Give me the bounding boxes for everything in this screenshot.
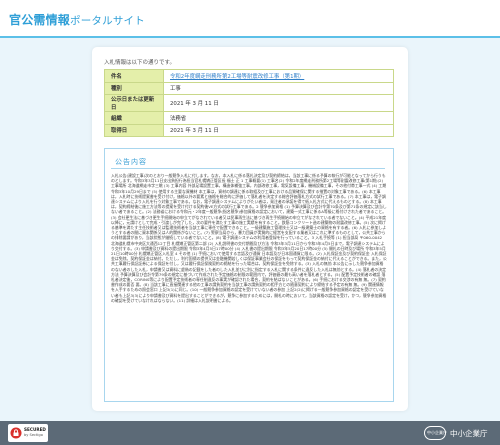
row-label-org: 組織 bbox=[104, 111, 164, 125]
table-row: 取得日 2021 年 3 月 11 日 bbox=[104, 123, 394, 137]
secured-title: SECURED bbox=[24, 427, 46, 432]
bid-info-table: 件名 令和2年度網走刑務所第2工場等耐震改修工事（第1期） 種別 工事 公示日ま… bbox=[104, 69, 394, 137]
table-row: 組織 法務省 bbox=[104, 111, 394, 125]
row-label-acquired: 取得日 bbox=[104, 123, 164, 137]
row-value-org: 法務省 bbox=[163, 111, 394, 125]
row-value-type: 工事 bbox=[163, 81, 394, 95]
title-divider bbox=[111, 168, 385, 169]
agency-mark-text: 中小企業庁 bbox=[427, 430, 447, 435]
announcement-body: 入札公告(建設工事)次のとおり一般競争入札に付します。なお，本入札に係る落札決定… bbox=[111, 173, 387, 303]
site-logo[interactable]: 官公需情報ポータルサイト bbox=[9, 11, 145, 28]
row-label-type: 種別 bbox=[104, 81, 164, 95]
row-label-date: 公示日または更新日 bbox=[104, 94, 164, 112]
announcement-box: 公告内容 入札公告(建設工事)次のとおり一般競争入札に付します。なお，本入札に係… bbox=[104, 148, 394, 402]
table-row: 種別 工事 bbox=[104, 81, 394, 95]
row-value-date: 2021 年 3 月 11 日 bbox=[163, 94, 394, 112]
row-value-acquired: 2021 年 3 月 11 日 bbox=[163, 123, 394, 137]
site-header: 官公需情報ポータルサイト bbox=[0, 0, 500, 38]
agency-name: 中小企業庁 bbox=[450, 429, 488, 438]
agency-logo[interactable]: 中小企業庁 中小企業庁 bbox=[424, 426, 494, 441]
notice-text: 入札情報は以下の通りです。 bbox=[104, 60, 175, 66]
bid-title-link[interactable]: 令和2年度網走刑務所第2工場等耐震改修工事（第1期） bbox=[163, 69, 394, 83]
table-row: 公示日または更新日 2021 年 3 月 11 日 bbox=[104, 94, 394, 112]
ssl-seal[interactable]: SECURED by Sectigo bbox=[8, 424, 48, 442]
table-row: 件名 令和2年度網走刑務所第2工場等耐震改修工事（第1期） bbox=[104, 69, 394, 83]
agency-mark-icon: 中小企業庁 bbox=[424, 426, 447, 440]
announcement-title: 公告内容 bbox=[115, 158, 147, 166]
lock-icon bbox=[10, 427, 22, 439]
row-label-title: 件名 bbox=[104, 69, 164, 83]
secured-sub: by Sectigo bbox=[24, 433, 43, 437]
bid-detail-card: 入札情報は以下の通りです。 件名 令和2年度網走刑務所第2工場等耐震改修工事（第… bbox=[92, 47, 408, 411]
brand-sub: ポータルサイト bbox=[70, 15, 145, 27]
brand-main: 官公需情報 bbox=[9, 13, 71, 27]
